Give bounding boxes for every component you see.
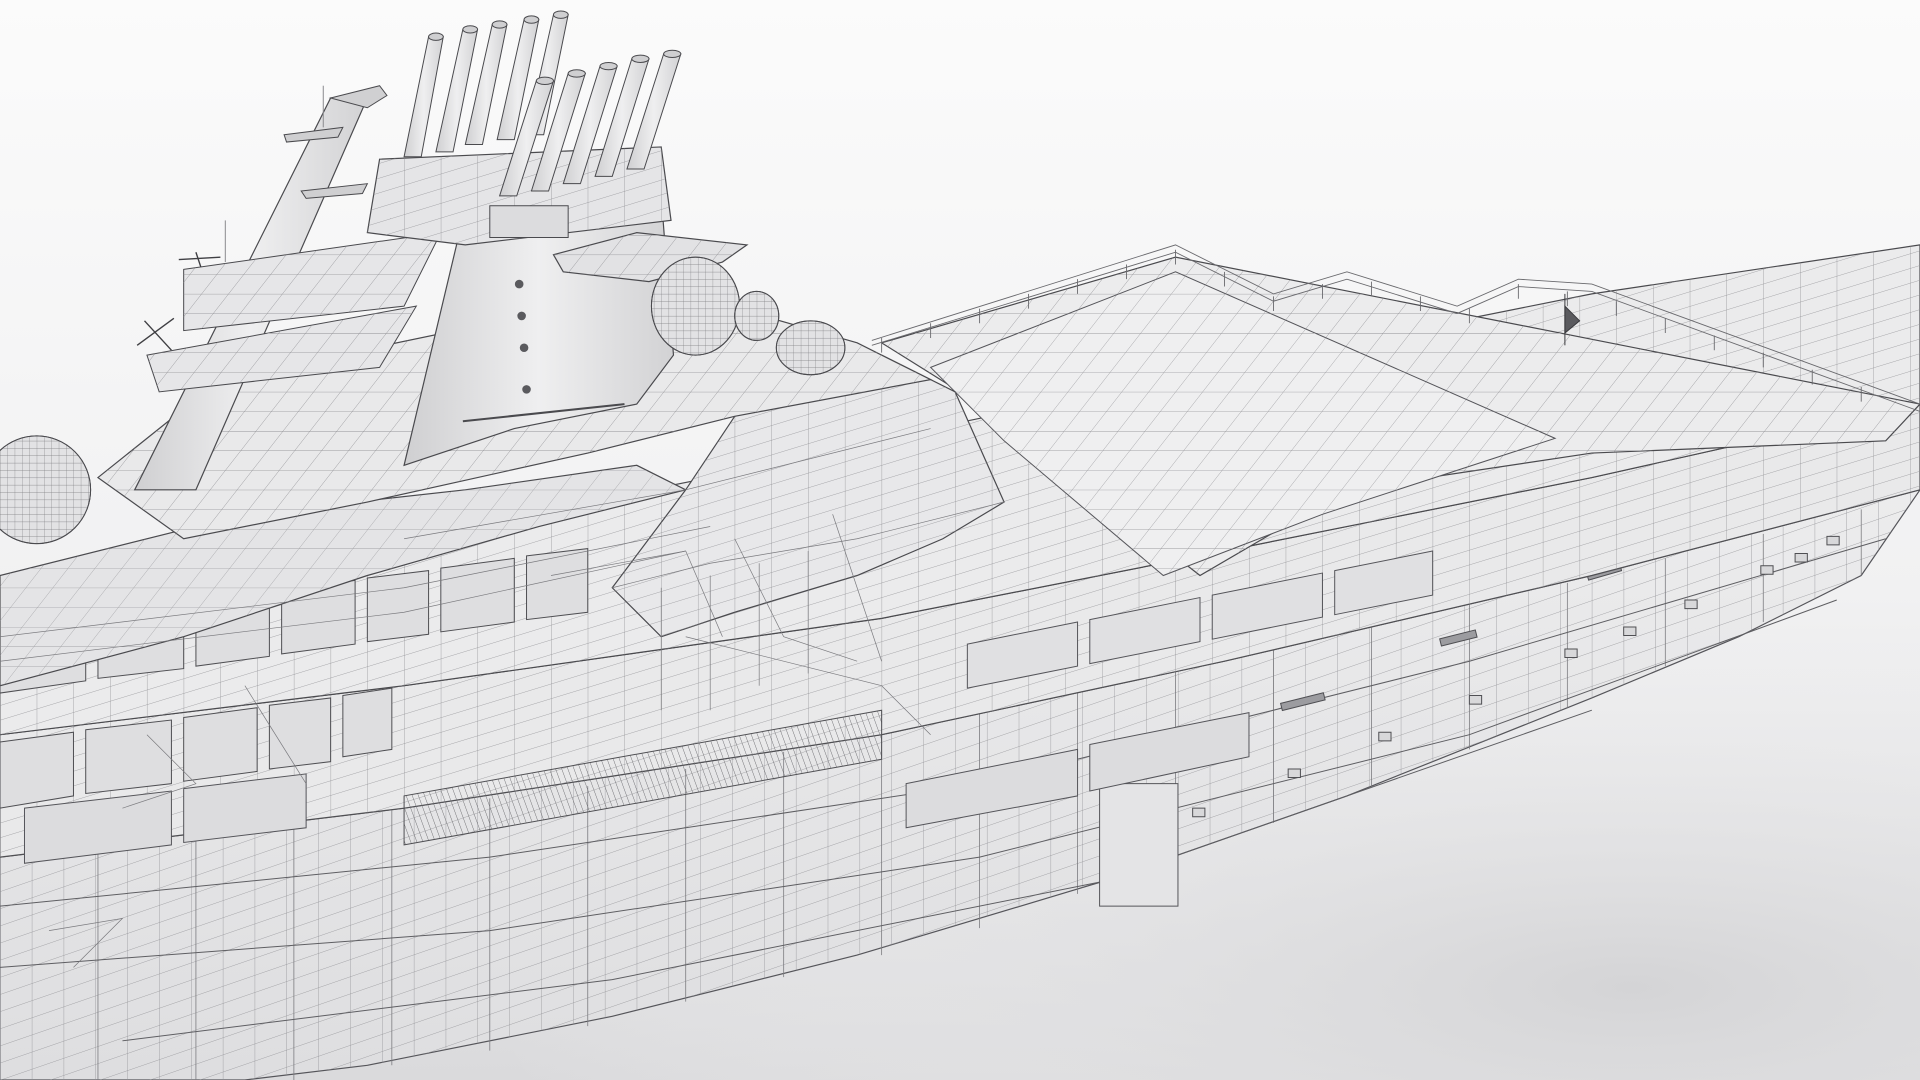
yacht-wireframe-render <box>0 0 1920 1080</box>
render-viewport <box>0 0 1920 1080</box>
hull-door <box>1100 784 1178 906</box>
